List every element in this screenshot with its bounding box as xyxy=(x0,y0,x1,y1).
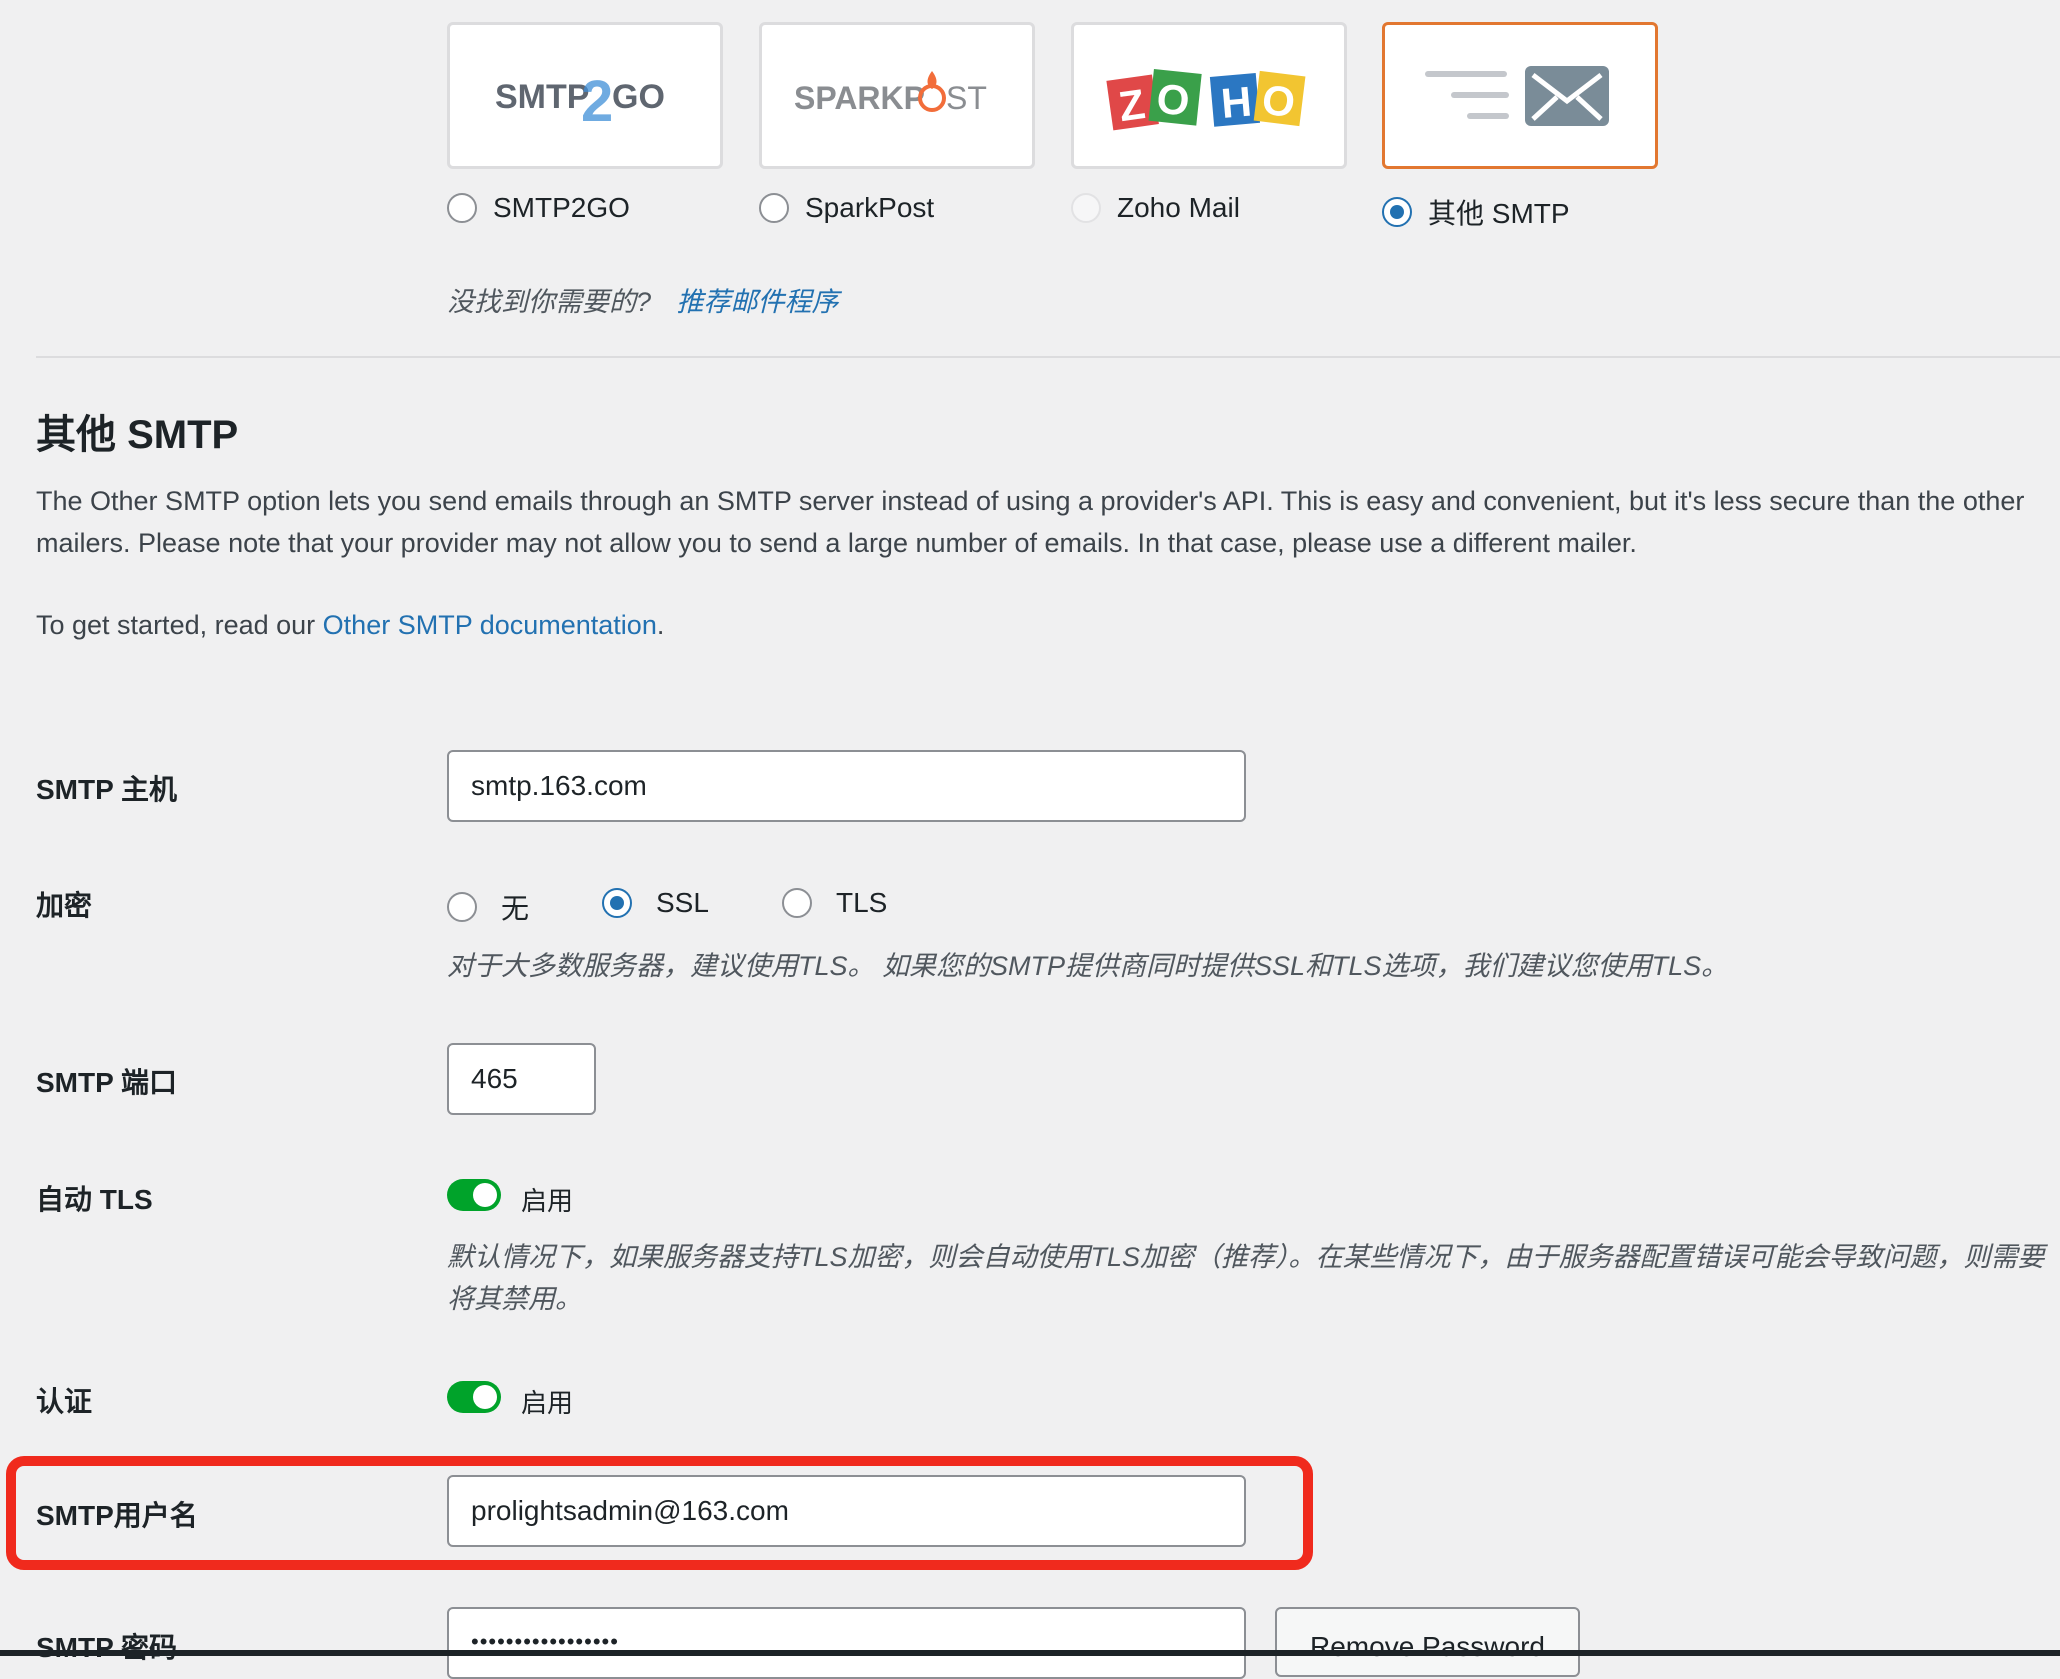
smtp-password-label: SMTP 密码 xyxy=(36,1632,178,1663)
radio-icon[interactable] xyxy=(782,888,812,918)
radio-icon[interactable] xyxy=(1382,197,1412,227)
suggest-mailer-link[interactable]: 推荐邮件程序 xyxy=(677,287,839,317)
mailer-tile-sparkpost[interactable]: SPARKP ST xyxy=(759,22,1035,169)
mailer-radio-smtp2go[interactable]: SMTP2GO xyxy=(447,192,630,224)
auth-label: 认证 xyxy=(36,1386,93,1417)
mailer-label: Zoho Mail xyxy=(1117,192,1240,223)
radio-icon[interactable] xyxy=(447,892,477,922)
encryption-hint: 对于大多数服务器，建议使用TLS。 如果您的SMTP提供商同时提供SSL和TLS… xyxy=(447,951,1729,981)
section-title: 其他 SMTP xyxy=(36,413,239,457)
smtp-port-input[interactable]: 465 xyxy=(447,1043,596,1115)
svg-text:ST: ST xyxy=(946,80,987,116)
radio-icon[interactable] xyxy=(1071,193,1101,223)
svg-text:H: H xyxy=(1219,77,1253,126)
smtp-port-label: SMTP 端口 xyxy=(36,1067,178,1098)
window-bottom-edge xyxy=(0,1650,2060,1656)
mailer-radio-zoho[interactable]: Zoho Mail xyxy=(1071,192,1240,224)
radio-icon[interactable] xyxy=(759,193,789,223)
svg-text:2: 2 xyxy=(581,69,613,131)
mailer-radio-other-smtp[interactable]: 其他 SMTP xyxy=(1382,192,1570,232)
radio-icon[interactable] xyxy=(447,193,477,223)
sparkpost-logo: SPARKP ST xyxy=(794,70,987,116)
smtp-host-input[interactable]: smtp.163.com xyxy=(447,750,1246,822)
mailer-hint-text: 没找到你需要的? xyxy=(447,287,652,317)
encryption-label: 加密 xyxy=(36,890,93,921)
svg-text:O: O xyxy=(1154,74,1191,124)
encryption-radio-tls[interactable]: TLS xyxy=(782,887,887,919)
remove-password-button[interactable]: Remove Password xyxy=(1275,1607,1580,1677)
encryption-option-label: TLS xyxy=(836,887,888,918)
mailer-label: 其他 SMTP xyxy=(1428,198,1570,229)
getting-started-text: To get started, read our Other SMTP docu… xyxy=(36,610,664,641)
encryption-radio-none[interactable]: 无 xyxy=(447,887,529,927)
smtp2go-logo: SMTP 2 GO xyxy=(495,69,665,131)
mailer-tile-other-smtp[interactable] xyxy=(1382,22,1658,169)
svg-text:GO: GO xyxy=(612,78,665,116)
smtp-username-input[interactable]: prolightsadmin@163.com xyxy=(447,1475,1246,1547)
mailer-radio-sparkpost[interactable]: SparkPost xyxy=(759,192,934,224)
getting-started-suffix: . xyxy=(656,610,665,640)
mailer-label: SMTP2GO xyxy=(493,192,630,223)
smtp-host-label: SMTP 主机 xyxy=(36,774,178,805)
auto-tls-label: 自动 TLS xyxy=(36,1184,153,1215)
svg-text:SPARKP: SPARKP xyxy=(794,80,925,116)
smtp-password-input[interactable]: ••••••••••••••••• xyxy=(447,1607,1246,1679)
encryption-option-label: SSL xyxy=(656,887,709,918)
section-divider xyxy=(36,356,2060,358)
mailer-tile-smtp2go[interactable]: SMTP 2 GO xyxy=(447,22,723,169)
section-description: The Other SMTP option lets you send emai… xyxy=(36,486,2025,558)
encryption-radio-ssl[interactable]: SSL xyxy=(602,887,709,919)
auto-tls-hint: 默认情况下，如果服务器支持TLS加密，则会自动使用TLS加密（推荐）。在某些情况… xyxy=(447,1242,2045,1314)
mailer-tile-zoho[interactable]: Z O H O xyxy=(1071,22,1347,169)
auto-tls-toggle-label: 启用 xyxy=(521,1186,574,1216)
getting-started-prefix: To get started, read our xyxy=(36,610,323,640)
auth-toggle[interactable] xyxy=(447,1381,501,1413)
encryption-option-label: 无 xyxy=(501,893,530,924)
mailer-hint: 没找到你需要的? 推荐邮件程序 xyxy=(447,280,839,319)
smtp-username-label: SMTP用户名 xyxy=(36,1500,198,1531)
zoho-logo: Z O H O xyxy=(1106,68,1306,130)
auto-tls-toggle[interactable] xyxy=(447,1179,501,1211)
svg-text:O: O xyxy=(1260,75,1298,126)
auth-toggle-label: 启用 xyxy=(521,1388,574,1418)
mailer-label: SparkPost xyxy=(805,192,935,223)
svg-text:SMTP: SMTP xyxy=(495,78,589,116)
radio-icon[interactable] xyxy=(602,888,632,918)
other-smtp-mail-icon xyxy=(1425,65,1609,126)
other-smtp-documentation-link[interactable]: Other SMTP documentation xyxy=(323,610,657,640)
